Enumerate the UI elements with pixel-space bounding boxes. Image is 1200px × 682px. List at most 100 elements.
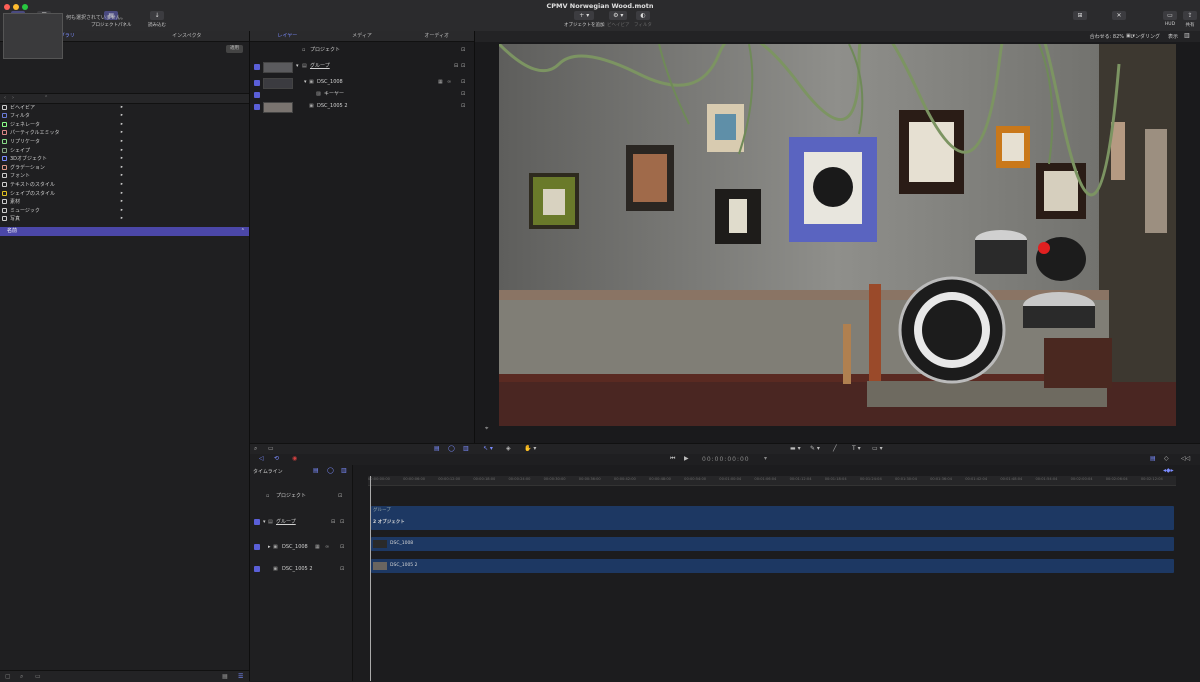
select-tool-icon[interactable]: ↖ ▾ [483,445,493,452]
name-header[interactable]: 名前 ⌃ [0,227,249,236]
layer-checkbox[interactable] [254,519,260,525]
loop-icon[interactable]: ⟲ [274,455,279,462]
timeline-row-dsc1005[interactable]: ▣ DSC_1005 2 ⊡ [254,564,350,574]
lock-icon[interactable]: ⊡ [340,517,344,527]
zoom-out-icon[interactable]: ◂◆▸ [1163,467,1174,474]
lock-icon[interactable]: ⊡ [340,564,344,574]
play-icon[interactable]: ▶ [684,455,689,462]
disclosure-triangle-icon[interactable]: ▾ [263,517,266,527]
add-object-button[interactable]: + ▾ オブジェクトを追加 [564,11,605,28]
keyframe-icon[interactable]: ◇ [1164,455,1169,462]
timeline-row-group[interactable]: ▾ ▤ グループ ⊟ ⊡ [254,517,350,527]
dsc1008-clip-bar[interactable]: DSC_1008 [371,537,1174,551]
layer-checkbox[interactable] [254,566,260,572]
library-category-11[interactable]: 素材 ▸ [2,198,247,206]
disclosure-triangle-icon[interactable]: ▾ [304,77,307,88]
search-icon[interactable]: ⌕ [254,445,257,453]
tab-media[interactable]: メディア [325,31,400,41]
library-category-4[interactable]: リプリケータ ▸ [2,137,247,145]
library-category-13[interactable]: 写真 ▸ [2,215,247,223]
lock-icon[interactable]: ⊡ [340,542,344,552]
import-button[interactable]: ↓ 読み込む [148,11,166,28]
rectangle-tool-icon[interactable]: ▬ ▾ [790,445,801,452]
library-category-12[interactable]: ミュージック ▸ [2,206,247,214]
library-category-2[interactable]: ジェネレータ ▸ [2,120,247,128]
layer-checkbox[interactable] [254,80,260,86]
anchor-tool-icon[interactable]: ◈ [506,445,511,452]
timeline-row-project[interactable]: ▫ プロジェクト ⊡ [254,491,350,501]
group-clip-bar[interactable]: グループ 2 オブジェクト [371,506,1174,530]
layer-row-group[interactable]: ▾ ▤ グループ ⊟ ⊡ [250,61,474,73]
library-category-0[interactable]: ビヘイビア ▸ [2,103,247,111]
tab-inspector[interactable]: インスペクタ [125,31,250,41]
show-filters-icon[interactable]: ▥ [341,467,347,474]
timecode-display[interactable]: 00:00:00:00 [702,456,750,463]
share-button[interactable]: ⇪ 共有 [1183,11,1197,28]
timeline-view-icon[interactable]: ▤ [1150,455,1156,462]
layer-checkbox[interactable] [254,64,260,70]
layout-icon[interactable]: ▥ [1184,32,1190,39]
layer-checkbox[interactable] [254,104,260,110]
lock-icon[interactable]: ⊡ [461,101,465,112]
record-icon[interactable]: ◉ [292,455,297,462]
layer-row-keyer[interactable]: ▨ キーヤー ⊡ [250,89,474,100]
forward-icon[interactable]: › [12,95,14,101]
audio-timeline-icon[interactable]: ◁◁ [1181,455,1190,462]
search-icon[interactable]: ⌕ [20,673,23,681]
previous-frame-icon[interactable]: ⏮ [670,455,675,463]
lock-icon[interactable]: ⊡ [461,77,465,88]
layer-row-dsc1008[interactable]: ▾ ▣ DSC_1008 ▦ ∞ ⊡ [250,77,474,89]
timeline-row-dsc1008[interactable]: ▸ ▣ DSC_1008 ▦ ∞ ⊡ [254,542,350,552]
tab-layers[interactable]: レイヤー [250,31,325,41]
line-tool-icon[interactable]: ╱ [833,445,837,452]
lock-icon[interactable]: ⊡ [338,491,342,501]
render-popup[interactable]: レンダリング [1130,33,1160,40]
library-category-10[interactable]: シェイプのスタイル ▸ [2,189,247,197]
layer-checkbox[interactable] [254,92,260,98]
behaviors-button[interactable]: ⚙ ▾ ビヘイビア [607,11,630,28]
canvas-image[interactable] [499,44,1176,426]
grid-view-icon[interactable]: ▦ [222,673,228,680]
library-category-1[interactable]: フィルタ ▸ [2,112,247,120]
layer-row-project[interactable]: ▫ プロジェクト ⊡ [250,45,474,56]
layer-row-dsc1005[interactable]: ▣ DSC_1005 2 ⊡ [250,101,474,113]
layer-checkbox[interactable] [254,544,260,550]
hud-button[interactable]: ▭ HUD [1163,11,1177,27]
library-category-8[interactable]: フォント ▸ [2,172,247,180]
folder-icon[interactable]: ▢ [5,673,11,680]
tab-audio[interactable]: オーディオ [399,31,474,41]
text-tool-icon[interactable]: T ▾ [852,445,861,452]
apply-button[interactable]: 適用 [226,45,243,53]
layer-view-icon[interactable]: ▤ [434,445,440,452]
pen-tool-icon[interactable]: ✎ ▾ [810,445,820,452]
hand-tool-icon[interactable]: ✋ ▾ [524,445,536,452]
rig-button[interactable]: ✕ [1112,11,1126,20]
audio-icon[interactable]: ◁ [259,455,264,462]
library-category-5[interactable]: シェイプ ▸ [2,146,247,154]
path-popup-icon[interactable]: ⌃ [44,95,48,101]
back-icon[interactable]: ‹ [4,95,6,101]
mask-tool-icon[interactable]: ▭ ▾ [872,445,883,452]
add-group-icon[interactable]: ▭ [268,445,274,452]
library-category-7[interactable]: グラデーション ▸ [2,163,247,171]
playhead[interactable] [370,476,371,681]
circle-tool-icon[interactable]: ◯ [448,445,455,452]
timeline-ruler[interactable]: 00:00:00:00 00:00:06:00 00:00:12:00 00:00:1… [368,476,1176,486]
new-folder-icon[interactable]: ▭ [35,673,41,680]
disclosure-triangle-icon[interactable]: ▸ [268,542,271,552]
publish-button[interactable]: ⊞ [1073,11,1087,20]
show-behaviors-icon[interactable]: ◯ [327,467,334,474]
library-category-6[interactable]: 3Dオブジェクト ▸ [2,155,247,163]
lock-icon[interactable]: ⊡ [461,61,465,72]
zoom-popup[interactable]: 合わせる: 82% [1090,33,1124,40]
dsc1005-clip-bar[interactable]: DSC_1005 2 [371,559,1174,573]
filters-button[interactable]: ◐ フィルタ [634,11,652,28]
stack-view-icon[interactable]: ▥ [463,445,469,452]
list-view-icon[interactable]: ☰ [238,673,243,680]
timecode-format-icon[interactable]: ▾ [764,455,767,462]
disclosure-triangle-icon[interactable]: ▾ [296,61,299,72]
lock-icon[interactable]: ⊡ [461,89,465,100]
library-category-3[interactable]: パーティクルエミッタ ▸ [2,129,247,137]
library-category-9[interactable]: テキストのスタイル ▸ [2,180,247,188]
show-layers-icon[interactable]: ▤ [313,467,319,474]
